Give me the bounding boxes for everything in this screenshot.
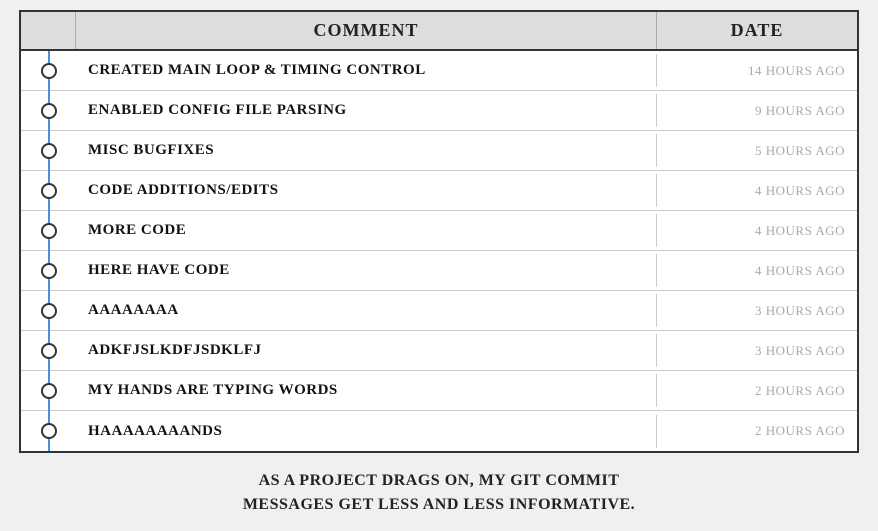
- commit-date: 9 Hours Ago: [657, 95, 857, 127]
- header-comment-label: COMMENT: [76, 12, 657, 49]
- table-body: Created main loop & timing control 14 Ho…: [21, 51, 857, 451]
- commit-table: COMMENT DATE Created main loop & timing …: [19, 10, 859, 453]
- table-row: Code additions/edits 4 Hours Ago: [21, 171, 857, 211]
- commit-dot: [41, 263, 57, 279]
- commit-comment: My hands are typing words: [76, 374, 657, 407]
- table-row: My hands are typing words 2 Hours Ago: [21, 371, 857, 411]
- commit-date: 5 Hours Ago: [657, 135, 857, 167]
- commit-date: 14 Hours Ago: [657, 55, 857, 87]
- commit-dot: [41, 303, 57, 319]
- table-row: Here have code 4 Hours Ago: [21, 251, 857, 291]
- commit-date: 4 Hours Ago: [657, 175, 857, 207]
- commit-dot: [41, 223, 57, 239]
- table-row: Adkfjslkdfjsdklfj 3 Hours Ago: [21, 331, 857, 371]
- header-col-empty: [21, 12, 76, 49]
- commit-date: 4 Hours Ago: [657, 255, 857, 287]
- commit-comment: Here have code: [76, 254, 657, 287]
- main-container: COMMENT DATE Created main loop & timing …: [9, 0, 869, 531]
- table-row: Misc bugfixes 5 Hours Ago: [21, 131, 857, 171]
- commit-comment: Adkfjslkdfjsdklfj: [76, 334, 657, 367]
- commit-comment: Misc bugfixes: [76, 134, 657, 167]
- table-header: COMMENT DATE: [21, 12, 857, 51]
- commit-date: 3 Hours Ago: [657, 295, 857, 327]
- commit-dot: [41, 383, 57, 399]
- commit-dot: [41, 423, 57, 439]
- commit-comment: More code: [76, 214, 657, 247]
- commit-comment: Created main loop & timing control: [76, 54, 657, 87]
- header-date-label: DATE: [657, 12, 857, 49]
- commit-dot: [41, 183, 57, 199]
- commit-dot: [41, 143, 57, 159]
- commit-date: 3 Hours Ago: [657, 335, 857, 367]
- commit-date: 2 Hours Ago: [657, 415, 857, 447]
- commit-dot: [41, 103, 57, 119]
- table-row: Haaaaaaaands 2 Hours Ago: [21, 411, 857, 451]
- caption-line1: As a project drags on, my git commit: [259, 472, 620, 489]
- commit-comment: Code additions/edits: [76, 174, 657, 207]
- commit-dot: [41, 63, 57, 79]
- commit-comment: Haaaaaaaands: [76, 415, 657, 448]
- commit-dot: [41, 343, 57, 359]
- table-row: More code 4 Hours Ago: [21, 211, 857, 251]
- commit-comment: Enabled config file parsing: [76, 94, 657, 127]
- table-row: Enabled config file parsing 9 Hours Ago: [21, 91, 857, 131]
- caption-line2: messages get less and less informative.: [243, 496, 635, 513]
- table-row: Aaaaaaaa 3 Hours Ago: [21, 291, 857, 331]
- commit-date: 2 Hours Ago: [657, 375, 857, 407]
- table-row: Created main loop & timing control 14 Ho…: [21, 51, 857, 91]
- commit-comment: Aaaaaaaa: [76, 294, 657, 327]
- commit-date: 4 Hours Ago: [657, 215, 857, 247]
- caption: As a project drags on, my git commit mes…: [19, 465, 859, 521]
